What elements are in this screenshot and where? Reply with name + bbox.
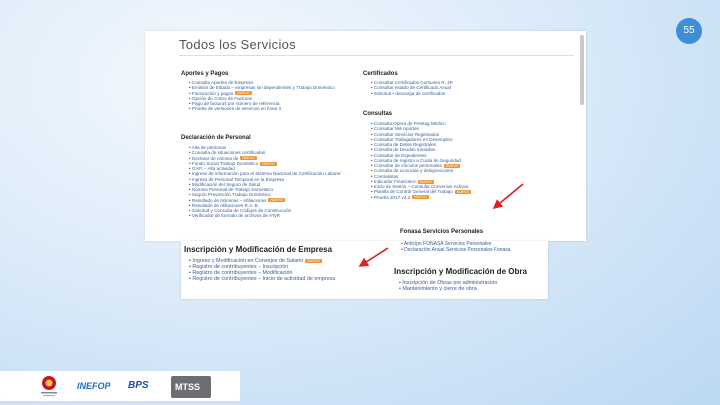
inefop-logo: INEFOP	[77, 381, 111, 391]
bps-logo: BPS	[128, 380, 149, 391]
mtss-logo: MTSS	[175, 382, 201, 392]
arrow-to-consejos-salario	[358, 247, 389, 267]
government-seal-icon	[38, 374, 60, 396]
annotation-arrows	[358, 183, 524, 267]
footer-logos: INEFOP BPS MTSS	[0, 361, 720, 405]
arrow-to-consultas-item	[492, 183, 524, 210]
mtss-logo-box: MTSS	[171, 376, 211, 398]
